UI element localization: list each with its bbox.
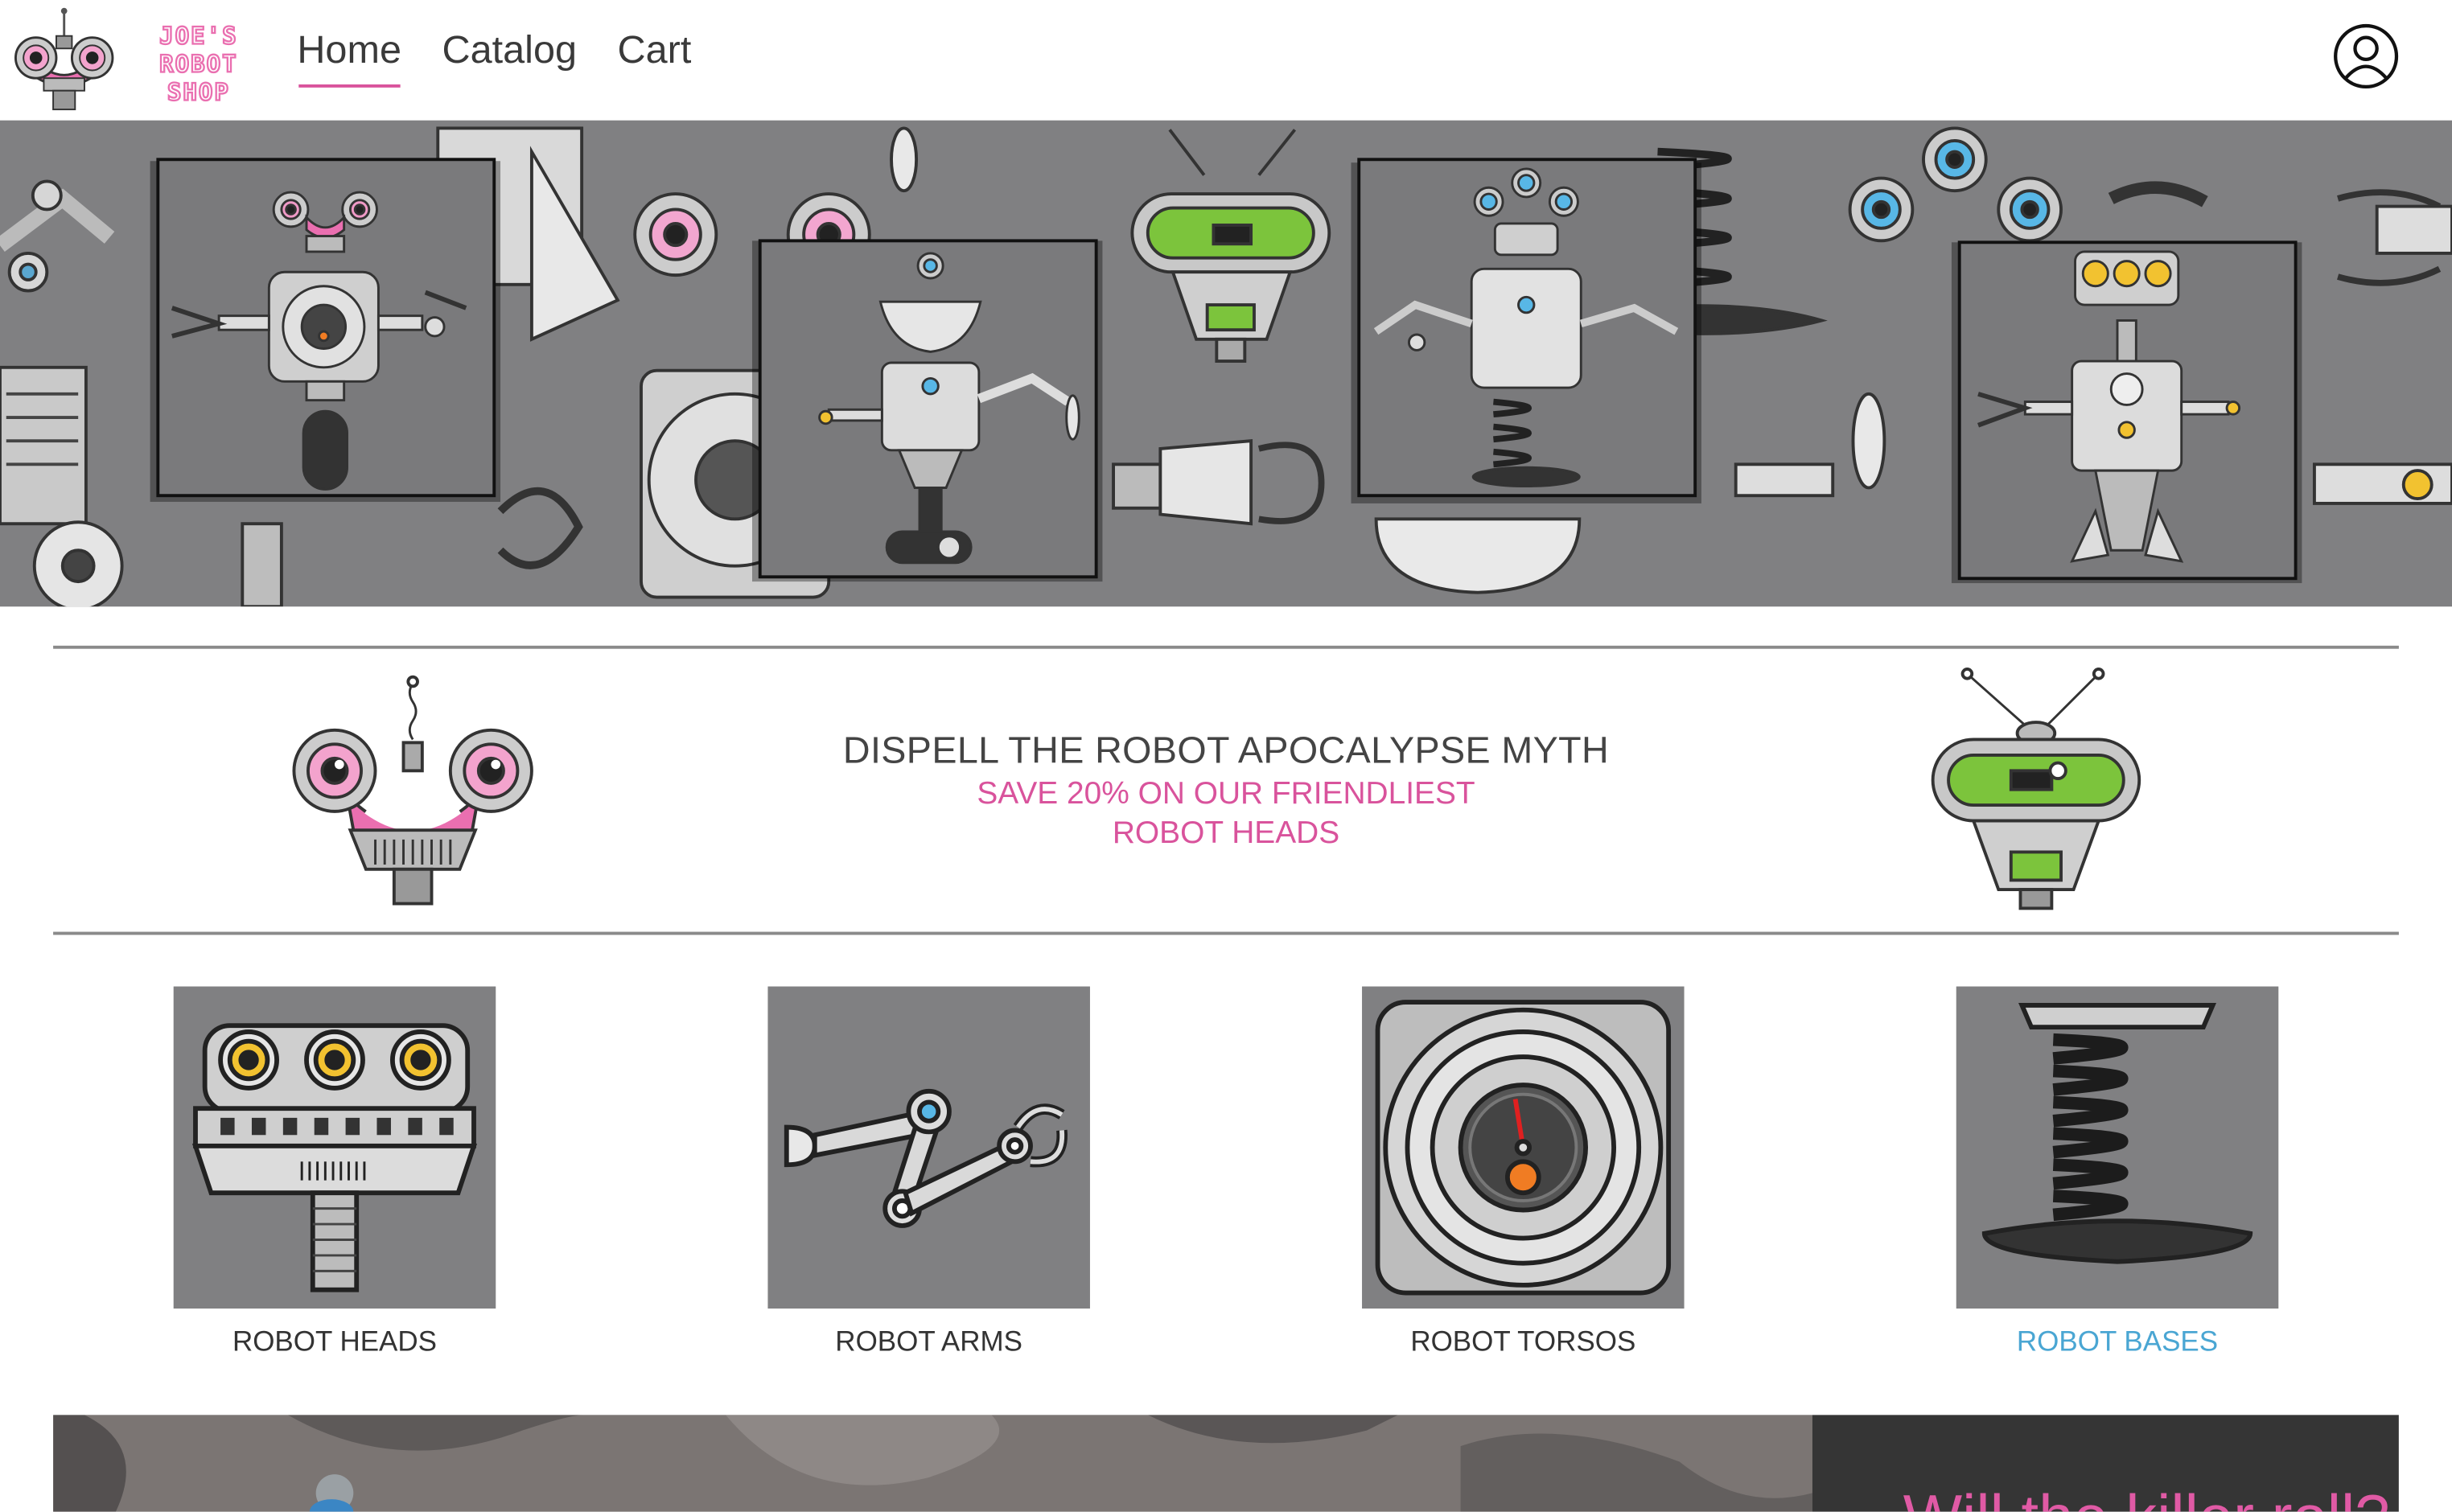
category-robot-arms[interactable]: ROBOT ARMS bbox=[767, 986, 1090, 1359]
robot-head-icon bbox=[173, 986, 496, 1309]
camo-background bbox=[53, 1415, 1812, 1512]
robot-base-icon bbox=[1956, 986, 2279, 1309]
promo-text: DISPELL THE ROBOT APOCALYPSE MYTH SAVE 2… bbox=[757, 730, 1695, 853]
category-label-bases: ROBOT BASES bbox=[2016, 1325, 2219, 1358]
category-label-arms: ROBOT ARMS bbox=[835, 1325, 1022, 1358]
site-header: JOE'S ROBOT SHOP Home Catalog Cart bbox=[0, 0, 2452, 121]
category-robot-bases[interactable]: ROBOT BASES bbox=[1956, 986, 2279, 1359]
promo-banner[interactable]: DISPELL THE ROBOT APOCALYPSE MYTH SAVE 2… bbox=[53, 645, 2399, 935]
site-logo[interactable]: JOE'S ROBOT SHOP bbox=[10, 6, 257, 113]
camo-pattern bbox=[53, 1415, 1812, 1512]
user-circle-icon[interactable] bbox=[2333, 23, 2399, 89]
category-label-torsos: ROBOT TORSOS bbox=[1410, 1325, 1636, 1358]
category-robot-heads[interactable]: ROBOT HEADS bbox=[173, 986, 496, 1359]
pink-eye-robot-head-icon bbox=[292, 675, 533, 906]
promo-subtitle-1: SAVE 20% ON OUR FRIENDLIEST bbox=[977, 777, 1475, 811]
promo-title: DISPELL THE ROBOT APOCALYPSE MYTH bbox=[842, 729, 1610, 773]
robot-arm-icon bbox=[767, 986, 1090, 1309]
hero-robot-card-3 bbox=[1351, 158, 1701, 503]
feature-title: Will the killer roll? bbox=[1903, 1484, 2390, 1512]
logo-line-3: SHOP bbox=[167, 77, 230, 107]
category-label-heads: ROBOT HEADS bbox=[232, 1325, 438, 1358]
hero-robot-card-1 bbox=[150, 158, 501, 502]
feature-panel: Will the killer roll? bbox=[1812, 1415, 2399, 1512]
robot-collage-illustration bbox=[0, 126, 2452, 607]
robot-torso-icon bbox=[1362, 986, 1685, 1309]
nav-catalog-link[interactable]: Catalog bbox=[442, 28, 578, 83]
hero-banner bbox=[0, 120, 2452, 607]
hero-robot-card-2 bbox=[752, 239, 1103, 582]
logo-line-2: ROBOT bbox=[158, 49, 238, 79]
promo-subtitle-2: ROBOT HEADS bbox=[1112, 816, 1340, 851]
logo-line-1: JOE'S bbox=[158, 21, 238, 51]
main-nav: Home Catalog Cart bbox=[297, 28, 692, 88]
feature-section: Will the killer roll? bbox=[53, 1415, 2399, 1512]
category-robot-torsos[interactable]: ROBOT TORSOS bbox=[1362, 986, 1685, 1359]
category-grid: ROBOT HEADS ROBOT ARMS ROBOT TORSOS ROBO… bbox=[53, 986, 2430, 1362]
green-visor-robot-head-icon bbox=[1931, 668, 2141, 910]
nav-cart-link[interactable]: Cart bbox=[618, 28, 692, 83]
nav-home-link[interactable]: Home bbox=[297, 28, 401, 88]
logo-wordmark: JOE'S ROBOT SHOP bbox=[131, 21, 265, 107]
robot-logo-icon bbox=[14, 7, 114, 111]
hero-robot-card-4 bbox=[1951, 240, 2302, 584]
